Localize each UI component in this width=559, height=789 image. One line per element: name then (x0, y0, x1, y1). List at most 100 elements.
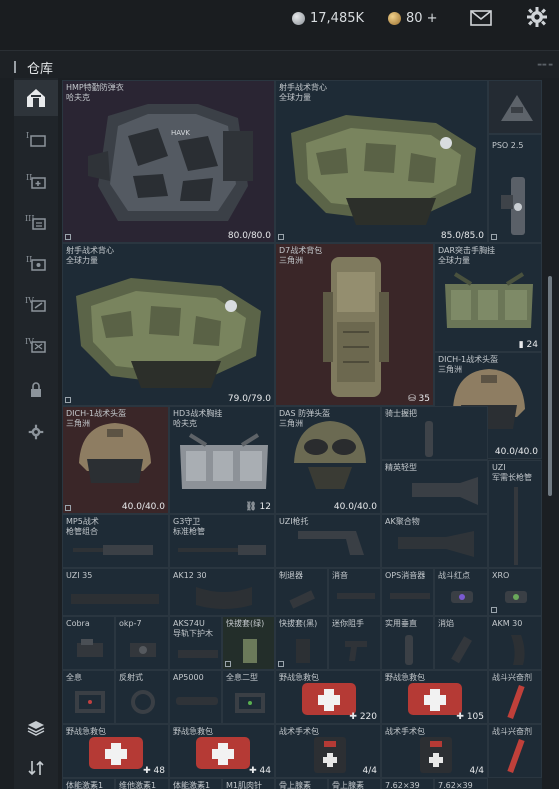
item-tag-icon (278, 234, 284, 240)
item-uzi-stock[interactable]: UZI枪托 (275, 514, 381, 568)
item-xro[interactable]: XRO (488, 568, 542, 616)
item-name: 维他激素1 (119, 781, 157, 789)
item-name: PSO 2.5 (492, 141, 524, 150)
item-bottom-1[interactable]: 体能激素1 (62, 778, 115, 789)
grip-icon (345, 641, 367, 661)
item-top-right[interactable] (488, 80, 542, 134)
grid-scrollbar[interactable] (548, 80, 553, 789)
sidebar-item-locked[interactable] (14, 372, 58, 408)
item-cobra[interactable]: Cobra (62, 616, 115, 670)
item-pso-scope[interactable]: PSO 2.5 (488, 134, 542, 243)
pso-scope-icon (501, 177, 525, 235)
storage-grid: HMP特勤防弹衣 哈夫克 HAVK 80.0/80.0 射手战术背心 全球力量 … (62, 80, 542, 789)
item-uzi35[interactable]: UZI 35 (62, 568, 169, 616)
item-medkit-c[interactable]: 野战急救包 ✚ 48 (62, 724, 169, 778)
sight-icon (505, 591, 527, 603)
silver-currency[interactable]: 17,485K (292, 9, 364, 27)
item-name: 战斗兴奋剂 (492, 673, 532, 682)
item-combat-red-dot[interactable]: 战斗红点 (434, 568, 488, 616)
item-shooter-vest-b[interactable]: 射手战术背心 全球力量 79.0/79.0 (62, 243, 275, 406)
sidebar-item-storage-5[interactable]: IV (14, 286, 58, 322)
item-elite-light[interactable]: 精英轻型 (381, 460, 488, 514)
item-silencer[interactable]: 消音 (328, 568, 381, 616)
item-hd3-rig[interactable]: HD3战术胸挂 哈夫克 ⛓ 12 (169, 406, 275, 514)
red-dot-icon (451, 591, 473, 603)
mag-coupler-icon (243, 639, 257, 663)
sidebar-item-storage-2[interactable]: II (14, 163, 58, 199)
item-aks74u[interactable]: AKS74U 导轨下护木 (169, 616, 222, 670)
item-stim-a[interactable]: 战斗兴奋剂 (488, 670, 542, 724)
sort-icon (28, 760, 44, 776)
item-uzi-barrel[interactable]: UZI 军需长枪管 (488, 460, 542, 568)
item-practical-grip[interactable]: 实用垂直 (381, 616, 434, 670)
sidebar-item-sort[interactable] (14, 750, 58, 786)
mail-icon[interactable] (470, 10, 492, 26)
item-das-helmet[interactable]: DAS 防弹头盔 三角洲 40.0/40.0 (275, 406, 381, 514)
item-ak12-30[interactable]: AK12 30 (169, 568, 275, 616)
item-mp5-kit[interactable]: MP5战术 枪管组合 (62, 514, 169, 568)
sidebar-item-storage-4[interactable]: II (14, 245, 58, 281)
gold-currency[interactable]: 80 + (388, 9, 438, 27)
sidebar-item-home[interactable] (14, 80, 58, 116)
item-bottom-7[interactable]: 7.62×39 (381, 778, 434, 789)
item-flash-hider[interactable]: 消焰 (434, 616, 488, 670)
item-bottom-8[interactable]: 7.62×39 (434, 778, 488, 789)
settings-icon[interactable] (526, 6, 548, 28)
sidebar-item-storage-6[interactable]: IV (14, 327, 58, 363)
item-bottom-4[interactable]: M1肌肉针 (222, 778, 275, 789)
svg-text:I: I (26, 131, 29, 140)
item-d7-backpack[interactable]: D7战术背包 三角洲 ⛁ 35 (275, 243, 434, 406)
item-shooter-vest-a[interactable]: 射手战术背心 全球力量 85.0/85.0 (275, 80, 488, 243)
item-stim-b[interactable]: 战斗兴奋剂 (488, 724, 542, 778)
item-knight-grip[interactable]: 骑士握把 (381, 406, 488, 460)
item-mini-stock[interactable]: 迷你阻手 (328, 616, 381, 670)
scrollbar-thumb[interactable] (548, 276, 552, 496)
sidebar-item-storage-1[interactable]: I (14, 121, 58, 157)
item-bottom-5[interactable]: 骨上腺素 (275, 778, 328, 789)
medkit-icon (196, 737, 250, 769)
item-quick-black[interactable]: 快拔套(黑) (275, 616, 328, 670)
item-okp7[interactable]: okp-7 (115, 616, 169, 670)
item-bottom-6[interactable]: 骨上腺素 (328, 778, 381, 789)
title-accent (14, 61, 16, 73)
item-count: ✚ 48 (143, 766, 165, 776)
item-name: 消焰 (438, 619, 454, 628)
item-reflex[interactable]: 反射式 (115, 670, 169, 724)
item-name: 射手战术背心 全球力量 (279, 83, 327, 102)
muzzle-brake-icon (289, 590, 315, 609)
item-bottom-3[interactable]: 体能激素1 (169, 778, 222, 789)
item-surgery-kit-a[interactable]: 战术手术包 4/4 (275, 724, 381, 778)
item-name: 制退器 (279, 571, 303, 580)
item-ops-silencer[interactable]: OPS消音器 (381, 568, 434, 616)
item-dich-helmet-b[interactable]: DICH-1战术头盔 三角洲 40.0/40.0 (62, 406, 169, 514)
item-holo2[interactable]: 全息二型 (222, 670, 275, 724)
header-hint: ▬▬ ▬ (537, 62, 553, 68)
sidebar-item-layers[interactable] (14, 710, 58, 746)
medkit-icon (408, 683, 462, 715)
item-quick-green[interactable]: 快拔套(绿) (222, 616, 275, 670)
item-medkit-b[interactable]: 野战急救包 ✚ 105 (381, 670, 488, 724)
item-name: 全息 (66, 673, 82, 682)
sidebar-item-storage-3[interactable]: III (14, 204, 58, 240)
barrel-kit-icon (73, 545, 153, 555)
sidebar-item-settings[interactable] (14, 414, 58, 450)
item-medkit-a[interactable]: 野战急救包 ✚ 220 (275, 670, 381, 724)
surgery-kit-icon (314, 737, 346, 773)
item-suppressor[interactable]: 制退器 (275, 568, 328, 616)
item-holo[interactable]: 全息 (62, 670, 115, 724)
item-akm30[interactable]: AKM 30 (488, 616, 542, 670)
item-tag-icon (65, 234, 71, 240)
item-name: 迷你阻手 (332, 619, 364, 628)
item-hmp-vest[interactable]: HMP特勤防弹衣 哈夫克 HAVK 80.0/80.0 (62, 80, 275, 243)
item-name: UZI 35 (66, 571, 93, 580)
item-ap5000[interactable]: AP5000 (169, 670, 222, 724)
item-name: 实用垂直 (385, 619, 417, 628)
sight-icon (130, 643, 156, 657)
item-bottom-2[interactable]: 维他激素1 (115, 778, 169, 789)
item-g3-guard[interactable]: G3守卫 标准枪管 (169, 514, 275, 568)
silencer-icon (390, 593, 430, 599)
item-medkit-d[interactable]: 野战急救包 ✚ 44 (169, 724, 275, 778)
item-surgery-kit-b[interactable]: 战术手术包 4/4 (381, 724, 488, 778)
item-ak-polymer[interactable]: AK聚合物 (381, 514, 488, 568)
item-dar-rig[interactable]: DAR突击手胸挂 全球力量 ▮ 24 (434, 243, 542, 352)
